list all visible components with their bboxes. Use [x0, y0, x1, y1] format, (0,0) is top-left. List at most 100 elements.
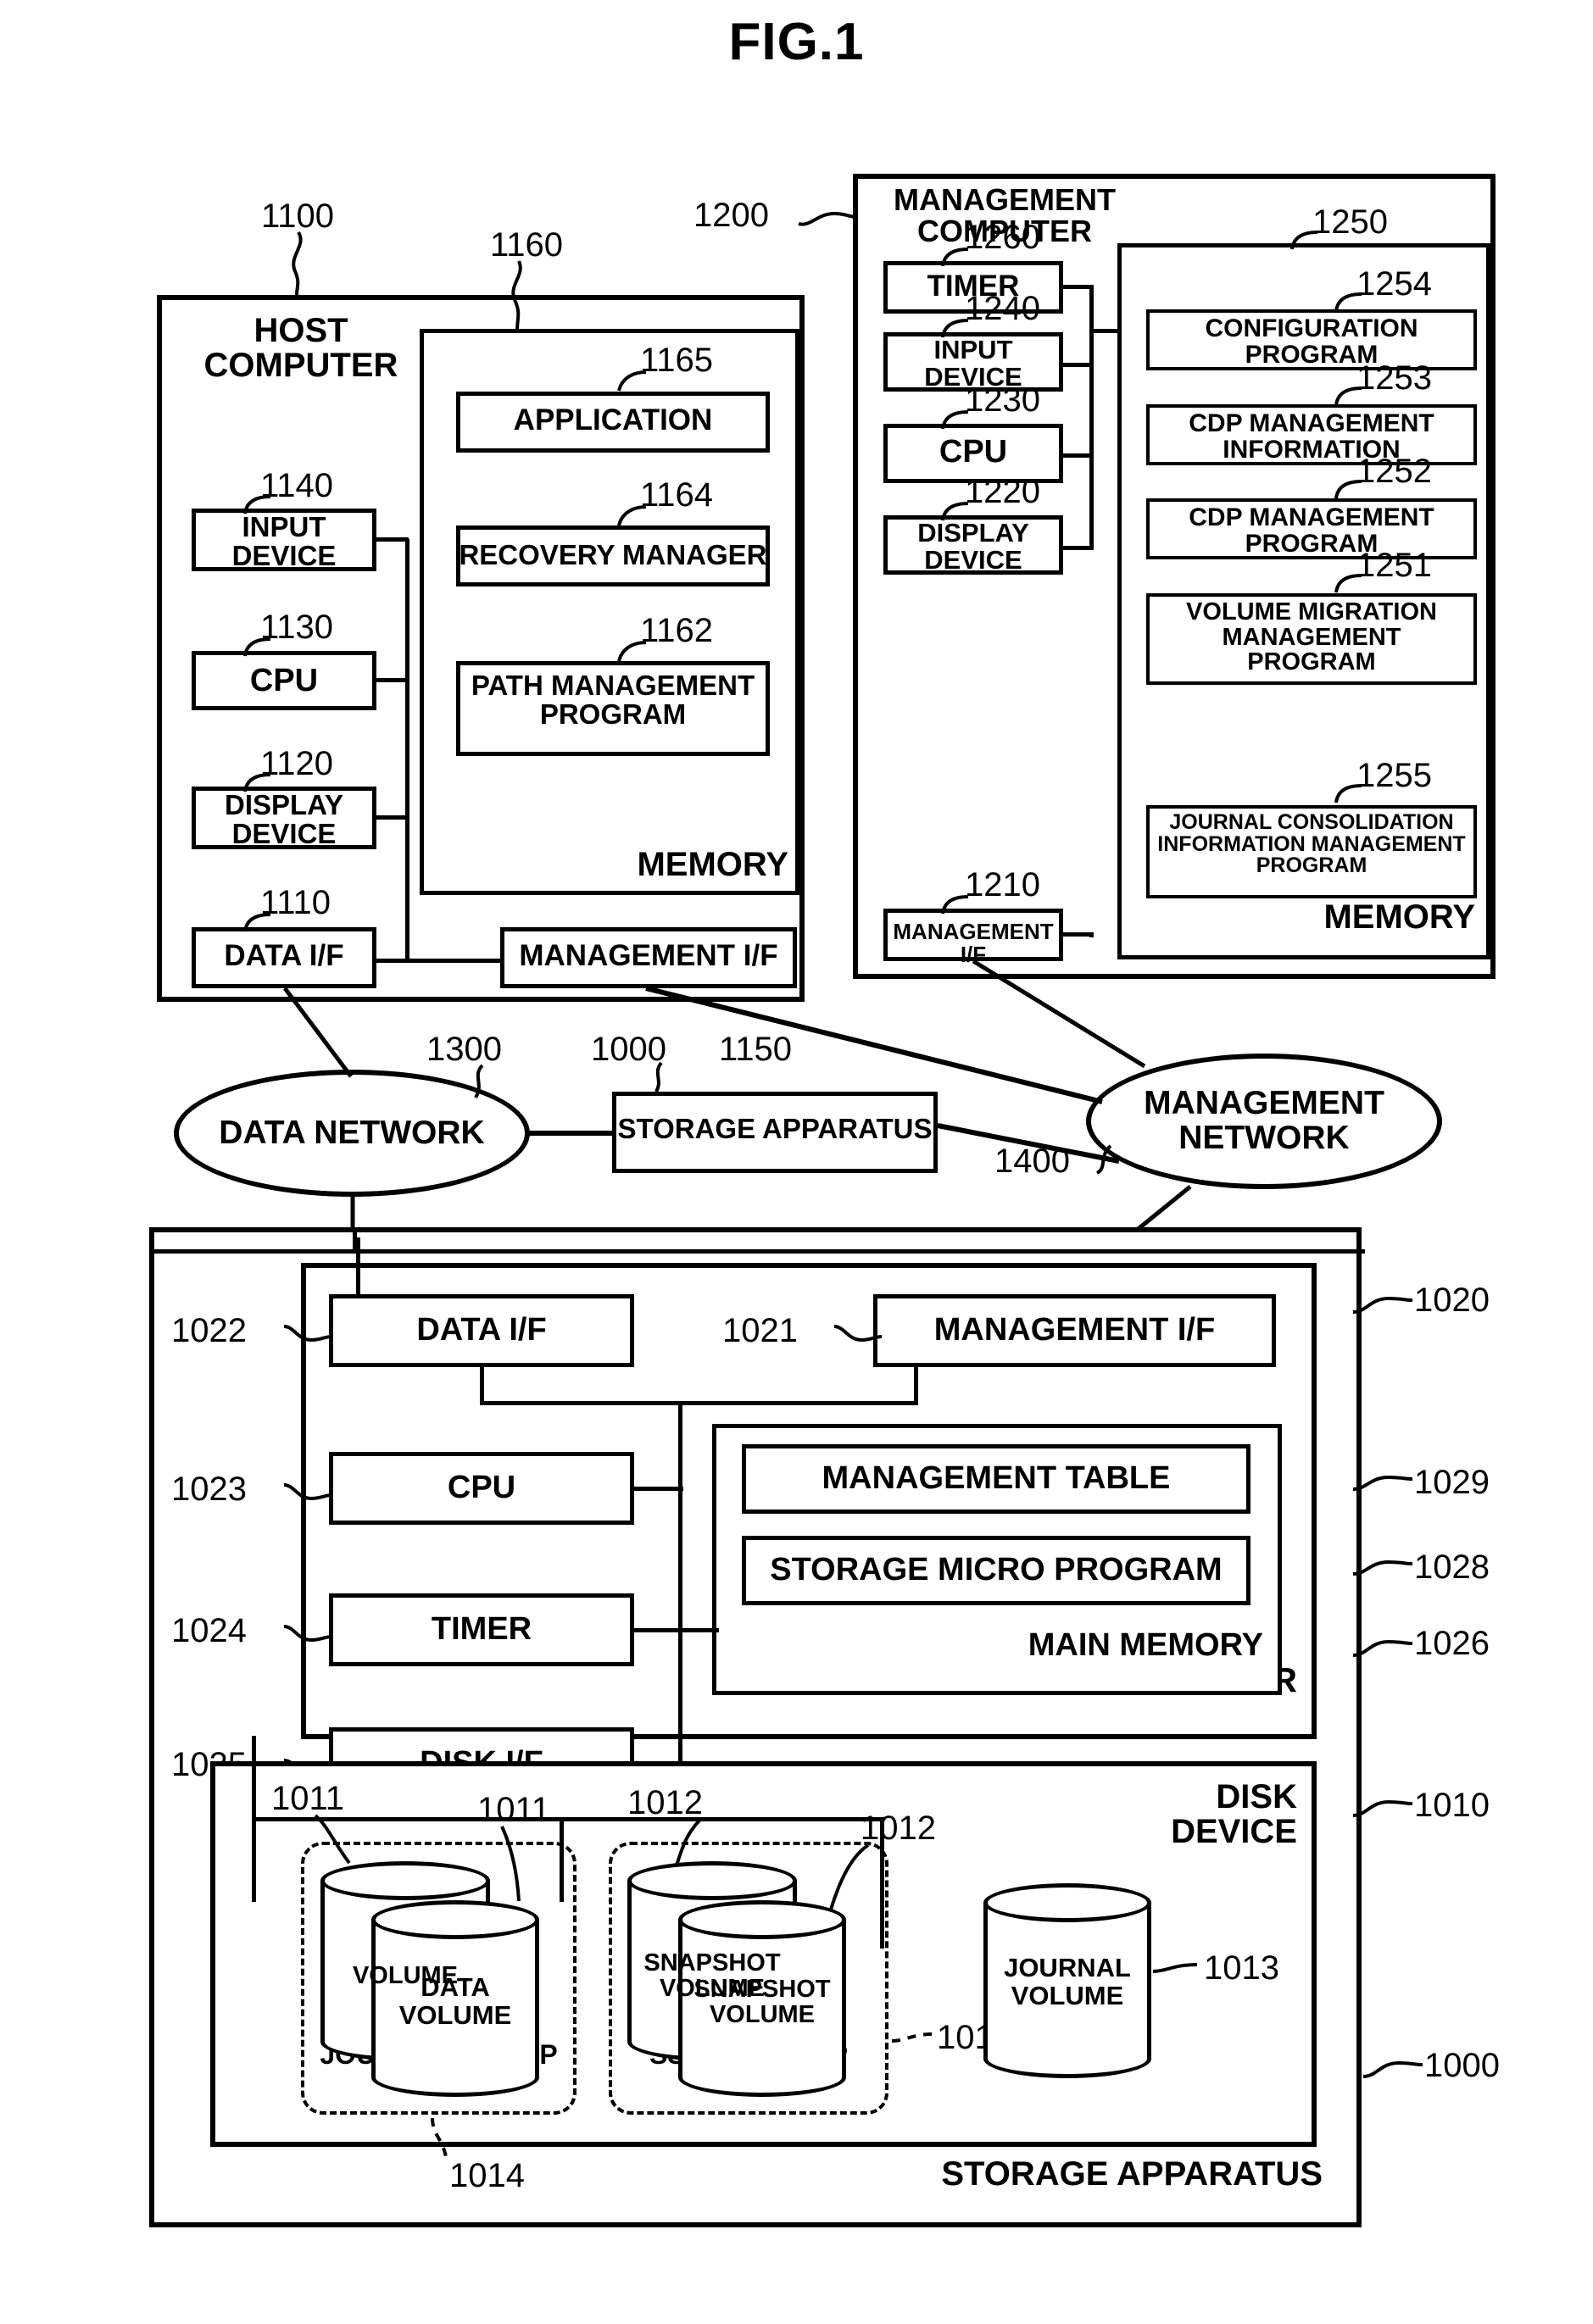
- storage-apparatus-node-label: STORAGE APPARATUS: [617, 1113, 933, 1144]
- host-memory-item-application-label: APPLICATION: [513, 403, 713, 436]
- ref-1165: 1165: [640, 342, 714, 379]
- figure-canvas: FIG.1 HOST COMPUTER 1100 INPUT DEVICE 11…: [0, 0, 1593, 2324]
- ref-1029: 1029: [1414, 1464, 1490, 1501]
- ref-1013: 1013: [1204, 1949, 1279, 1987]
- ref-1240: 1240: [965, 290, 1040, 327]
- management-network-label: MANAGEMENT NETWORK: [1144, 1085, 1384, 1156]
- ref-1028: 1028: [1414, 1548, 1490, 1586]
- mgmt-display-device-label: DISPLAY DEVICE: [917, 518, 1029, 575]
- mgmt-bus-input: [1063, 363, 1094, 367]
- ref-1164: 1164: [640, 476, 714, 514]
- ref-1251: 1251: [1356, 547, 1432, 584]
- ref-1110: 1110: [260, 884, 331, 921]
- disk-device-label: DISK DEVICE: [1171, 1778, 1297, 1850]
- dc-data-if-label: DATA I/F: [416, 1312, 547, 1348]
- host-bus-cpu: [376, 678, 409, 682]
- dc-mm-link: [678, 1628, 716, 1632]
- ref-1254: 1254: [1356, 265, 1432, 303]
- ref-1260: 1260: [965, 219, 1040, 256]
- ref-1300: 1300: [426, 1031, 502, 1068]
- management-network-ellipse: MANAGEMENT NETWORK: [1086, 1054, 1442, 1189]
- ref-1162: 1162: [640, 612, 714, 649]
- host-bus-dataif: [376, 959, 504, 963]
- host-computer-title: HOST COMPUTER: [203, 312, 398, 384]
- ref-1024: 1024: [171, 1612, 247, 1649]
- host-data-if-label: DATA I/F: [224, 939, 344, 972]
- ref-1021: 1021: [722, 1312, 798, 1349]
- ref-1210: 1210: [965, 866, 1040, 903]
- host-display-device-label: DISPLAY DEVICE: [225, 789, 343, 849]
- dd-rail-left-drop: [252, 1817, 256, 1902]
- ref-1253: 1253: [1356, 359, 1432, 397]
- mgmt-bus-mif-h: [1063, 932, 1094, 937]
- ref-1011-a: 1011: [271, 1780, 345, 1817]
- dc-top-rail: [149, 1249, 1365, 1254]
- dc-bus-mif-v: [914, 1367, 918, 1404]
- ref-1250: 1250: [1312, 203, 1388, 241]
- figure-title: FIG.1: [728, 13, 865, 71]
- snapshot-volume-cylinder: SNAPSHOT VOLUME: [678, 1900, 846, 2097]
- main-memory-item-storage-micro-program-label: STORAGE MICRO PROGRAM: [770, 1552, 1223, 1587]
- ref-1140: 1140: [260, 467, 334, 504]
- ref-1200: 1200: [693, 197, 769, 234]
- host-management-if-label: MANAGEMENT I/F: [519, 939, 778, 972]
- dc-bus-vertical: [678, 1403, 682, 1784]
- host-bus-vertical: [405, 539, 409, 963]
- mgmt-bus-display: [1063, 546, 1094, 550]
- dc-management-if-label: MANAGEMENT I/F: [933, 1312, 1216, 1348]
- ref-1100: 1100: [261, 197, 335, 235]
- dd-rail-up: [252, 1736, 256, 1821]
- mgmt-cpu-label: CPU: [939, 434, 1008, 470]
- mgmt-memory-item-volume-migration-label: VOLUME MIGRATION MANAGEMENT PROGRAM: [1186, 598, 1437, 676]
- journal-volume-label: JOURNAL VOLUME: [1004, 1953, 1131, 2010]
- main-memory-item-management-table-label: MANAGEMENT TABLE: [822, 1460, 1171, 1496]
- dc-bus-mif-h: [678, 1401, 918, 1405]
- host-input-device-label: INPUT DEVICE: [231, 511, 337, 571]
- ref-1023: 1023: [171, 1471, 247, 1508]
- ref-1000-node: 1000: [591, 1031, 666, 1068]
- storage-apparatus-label: STORAGE APPARATUS: [941, 2155, 1323, 2193]
- snapshot-volume-label: SNAPSHOT VOLUME: [693, 1975, 831, 2028]
- dc-timer-label: TIMER: [431, 1611, 532, 1647]
- ref-1022: 1022: [171, 1312, 247, 1349]
- ref-1012-a: 1012: [627, 1784, 703, 1821]
- ref-1012-b: 1012: [861, 1810, 936, 1847]
- ref-1120: 1120: [260, 745, 334, 782]
- host-cpu-label: CPU: [249, 663, 319, 698]
- ref-1230: 1230: [965, 381, 1040, 419]
- dd-rail-h: [252, 1817, 883, 1821]
- ref-1400: 1400: [994, 1143, 1070, 1180]
- data-volume-cylinder: DATA VOLUME: [371, 1900, 539, 2097]
- journal-volume-cylinder: JOURNAL VOLUME: [983, 1883, 1151, 2078]
- ref-1014: 1014: [449, 2157, 525, 2194]
- mgmt-memory-item-journal-consolidation-label: JOURNAL CONSOLIDATION INFORMATION MANAGE…: [1157, 810, 1466, 877]
- mgmt-bus-cpu: [1063, 453, 1094, 458]
- ref-1026: 1026: [1414, 1625, 1490, 1662]
- dc-cpu-label: CPU: [447, 1470, 516, 1505]
- host-memory-item-path-management-label: PATH MANAGEMENT PROGRAM: [471, 670, 755, 730]
- main-memory-label: MAIN MEMORY: [1028, 1627, 1263, 1663]
- sa-left-drop: [353, 1227, 357, 1251]
- ref-1220: 1220: [965, 473, 1040, 510]
- ref-1010: 1010: [1414, 1787, 1490, 1824]
- host-memory-item-recovery-manager-label: RECOVERY MANAGER: [459, 539, 767, 570]
- ref-1130: 1130: [260, 609, 334, 646]
- host-bus-display: [376, 815, 409, 820]
- ref-1150: 1150: [719, 1031, 793, 1068]
- mgmt-memory-label: MEMORY: [1323, 898, 1475, 936]
- ref-1011-b: 1011: [477, 1791, 551, 1828]
- dc-bus-dataif-h: [480, 1401, 683, 1405]
- ref-1020: 1020: [1414, 1282, 1490, 1319]
- dc-bus-dataif-v: [480, 1367, 484, 1404]
- mgmt-management-if-label: MANAGEMENT I/F: [893, 919, 1054, 967]
- mgmt-bus-vertical: [1089, 286, 1094, 549]
- data-network-label: DATA NETWORK: [219, 1114, 485, 1151]
- ref-1160: 1160: [490, 226, 564, 264]
- ref-1000-apparatus: 1000: [1424, 2047, 1500, 2084]
- host-memory-label: MEMORY: [637, 846, 788, 883]
- data-network-ellipse: DATA NETWORK: [174, 1070, 530, 1197]
- ref-1252: 1252: [1356, 453, 1432, 490]
- mgmt-bus-timer: [1063, 285, 1094, 289]
- host-bus-input: [376, 537, 409, 542]
- ref-1255: 1255: [1356, 757, 1432, 794]
